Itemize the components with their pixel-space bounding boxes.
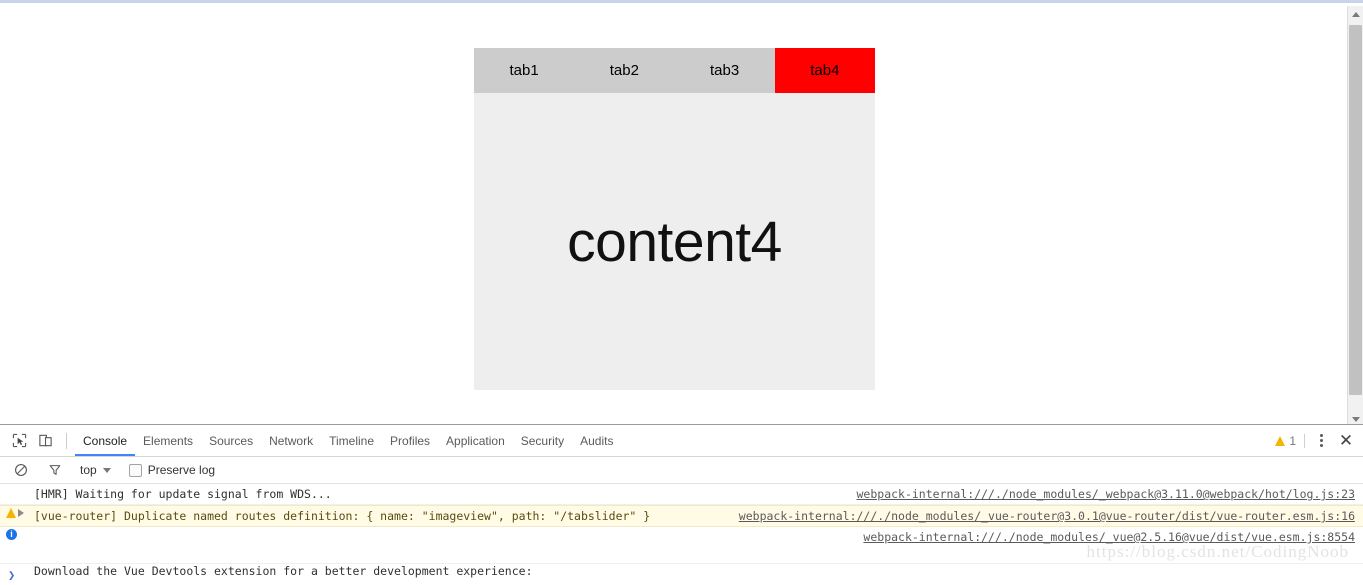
tab-label: tab4 xyxy=(810,62,839,79)
devtools-tab-profiles[interactable]: Profiles xyxy=(382,426,438,456)
warning-count-value: 1 xyxy=(1289,434,1296,448)
filter-funnel-icon[interactable] xyxy=(42,457,68,483)
tab-bar: tab1 tab2 tab3 tab4 xyxy=(474,48,875,93)
console-message-row[interactable]: [vue-router] Duplicate named routes defi… xyxy=(0,505,1363,527)
inspect-element-icon[interactable] xyxy=(6,428,32,454)
toggle-device-toolbar-icon[interactable] xyxy=(32,428,58,454)
devtools-tab-sources[interactable]: Sources xyxy=(201,426,261,456)
close-devtools-icon[interactable]: ✕ xyxy=(1333,428,1359,454)
devtools-tabbar: Console Elements Sources Network Timelin… xyxy=(0,425,1363,457)
toolbar-divider xyxy=(66,433,67,449)
message-source-link[interactable]: webpack-internal:///./node_modules/_webp… xyxy=(847,485,1363,503)
chevron-down-icon xyxy=(103,468,111,473)
console-message-row[interactable]: [HMR] Waiting for update signal from WDS… xyxy=(0,484,1363,505)
devtools-tab-application[interactable]: Application xyxy=(438,426,513,456)
scrollbar-thumb[interactable] xyxy=(1349,25,1362,395)
tab-content-panel: content4 xyxy=(474,93,875,390)
execution-context-value: top xyxy=(80,463,97,477)
devtools-toolbar-right: 1 ✕ xyxy=(1275,425,1359,456)
tab-label: tab1 xyxy=(510,62,539,79)
clear-console-icon[interactable] xyxy=(8,457,34,483)
tab-widget: tab1 tab2 tab3 tab4 content4 xyxy=(474,48,875,390)
preserve-log-toggle[interactable]: Preserve log xyxy=(129,463,215,477)
execution-context-selector[interactable]: top xyxy=(76,463,111,477)
content-label: content4 xyxy=(567,209,782,275)
info-icon: i xyxy=(6,529,17,540)
tab-item-tab2[interactable]: tab2 xyxy=(574,48,674,93)
console-input-prompt[interactable]: ❯ xyxy=(0,563,1363,585)
devtools-tab-timeline[interactable]: Timeline xyxy=(321,426,382,456)
expand-arrow-icon[interactable] xyxy=(18,509,24,517)
scroll-down-arrow-icon[interactable] xyxy=(1348,411,1363,424)
tab-label: tab3 xyxy=(710,62,739,79)
message-gutter xyxy=(6,485,34,486)
tab-item-tab4[interactable]: tab4 xyxy=(775,48,875,93)
tab-label: tab2 xyxy=(610,62,639,79)
scroll-up-arrow-icon[interactable] xyxy=(1348,6,1363,22)
devtools-tab-audits[interactable]: Audits xyxy=(572,426,621,456)
console-message-list[interactable]: [HMR] Waiting for update signal from WDS… xyxy=(0,484,1363,585)
devtools-tab-console[interactable]: Console xyxy=(75,426,135,456)
devtools-panel: Console Elements Sources Network Timelin… xyxy=(0,424,1363,584)
tab-item-tab3[interactable]: tab3 xyxy=(675,48,775,93)
devtools-more-menu-icon[interactable] xyxy=(1309,429,1333,453)
message-text: [HMR] Waiting for update signal from WDS… xyxy=(34,485,847,503)
preserve-log-label: Preserve log xyxy=(148,463,215,477)
message-source-link[interactable]: webpack-internal:///./node_modules/_vue-… xyxy=(729,507,1363,525)
page-scrollbar[interactable] xyxy=(1347,6,1363,424)
devtools-tab-elements[interactable]: Elements xyxy=(135,426,201,456)
watermark-text: https://blog.csdn.net/CodingNoob xyxy=(1087,542,1349,562)
preserve-log-checkbox[interactable] xyxy=(129,464,142,477)
warning-triangle-icon xyxy=(1275,436,1285,446)
prompt-caret-icon: ❯ xyxy=(8,568,15,582)
devtools-tab-security[interactable]: Security xyxy=(513,426,572,456)
console-filter-bar: top Preserve log xyxy=(0,457,1363,484)
message-text: [vue-router] Duplicate named routes defi… xyxy=(34,507,729,525)
message-gutter: i xyxy=(6,528,34,540)
devtools-tab-network[interactable]: Network xyxy=(261,426,321,456)
tab-item-tab1[interactable]: tab1 xyxy=(474,48,574,93)
page-viewport: tab1 tab2 tab3 tab4 content4 xyxy=(0,3,1363,424)
message-gutter xyxy=(6,507,34,518)
warning-count-badge[interactable]: 1 xyxy=(1275,434,1305,448)
warning-triangle-icon xyxy=(6,508,16,518)
